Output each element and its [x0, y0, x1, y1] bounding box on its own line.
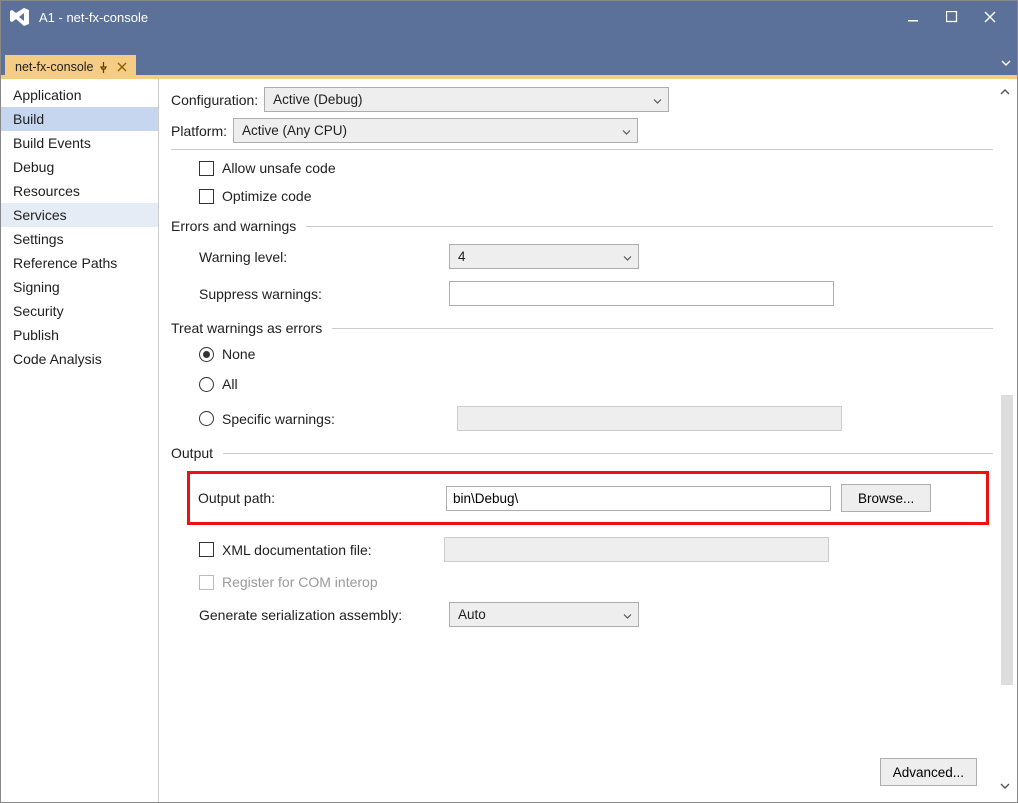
output-path-label: Output path: — [190, 490, 422, 506]
chevron-down-icon — [622, 123, 631, 138]
configuration-dropdown[interactable]: Active (Debug) — [264, 87, 669, 112]
register-com-checkbox — [199, 575, 214, 590]
sidebar-item-application[interactable]: Application — [1, 83, 158, 107]
tab-overflow-icon[interactable] — [1001, 56, 1011, 71]
platform-dropdown[interactable]: Active (Any CPU) — [233, 118, 638, 143]
sidebar-item-code-analysis[interactable]: Code Analysis — [1, 347, 158, 371]
tab-label: net-fx-console — [15, 60, 94, 74]
advanced-button[interactable]: Advanced... — [880, 758, 977, 786]
suppress-warnings-label: Suppress warnings: — [199, 286, 419, 302]
xml-doc-input[interactable] — [444, 537, 829, 562]
register-com-label: Register for COM interop — [222, 574, 378, 590]
allow-unsafe-checkbox[interactable] — [199, 161, 214, 176]
close-button[interactable] — [971, 3, 1009, 31]
treat-all-radio[interactable] — [199, 377, 214, 392]
minimize-button[interactable] — [895, 3, 933, 31]
output-path-input[interactable] — [446, 486, 831, 511]
treat-none-label: None — [222, 346, 255, 362]
titlebar: A1 - net-fx-console — [1, 1, 1017, 33]
sidebar-item-signing[interactable]: Signing — [1, 275, 158, 299]
platform-label: Platform: — [171, 123, 227, 139]
output-path-highlight: Output path: Browse... — [187, 471, 989, 525]
configuration-label: Configuration: — [171, 92, 258, 108]
sidebar-item-security[interactable]: Security — [1, 299, 158, 323]
treat-none-radio[interactable] — [199, 347, 214, 362]
scroll-down-icon[interactable] — [999, 779, 1011, 794]
xml-doc-checkbox[interactable] — [199, 542, 214, 557]
warning-level-dropdown[interactable]: 4 — [449, 244, 639, 269]
sidebar-item-services[interactable]: Services — [1, 203, 158, 227]
chevron-down-icon — [623, 607, 632, 622]
vs-logo-icon — [7, 5, 31, 29]
project-settings-sidebar: Application Build Build Events Debug Res… — [1, 79, 159, 802]
warning-level-label: Warning level: — [199, 249, 419, 265]
treat-specific-input[interactable] — [457, 406, 842, 431]
allow-unsafe-label: Allow unsafe code — [222, 160, 336, 176]
sidebar-item-reference-paths[interactable]: Reference Paths — [1, 251, 158, 275]
window-title: A1 - net-fx-console — [39, 10, 148, 25]
suppress-warnings-input[interactable] — [449, 281, 834, 306]
treat-specific-radio[interactable] — [199, 411, 214, 426]
maximize-button[interactable] — [933, 3, 971, 31]
optimize-code-checkbox[interactable] — [199, 189, 214, 204]
chevron-down-icon — [623, 249, 632, 264]
chevron-down-icon — [653, 92, 662, 107]
errors-section-label: Errors and warnings — [171, 218, 296, 234]
scrollbar[interactable] — [1001, 395, 1013, 685]
xml-doc-label: XML documentation file: — [222, 542, 422, 558]
treat-all-label: All — [222, 376, 238, 392]
sidebar-item-resources[interactable]: Resources — [1, 179, 158, 203]
sidebar-item-build[interactable]: Build — [1, 107, 158, 131]
serialization-dropdown[interactable]: Auto — [449, 602, 639, 627]
optimize-code-label: Optimize code — [222, 188, 311, 204]
sidebar-item-build-events[interactable]: Build Events — [1, 131, 158, 155]
pin-icon[interactable] — [96, 59, 112, 75]
sidebar-item-publish[interactable]: Publish — [1, 323, 158, 347]
document-tabs: net-fx-console — [1, 51, 1017, 79]
scroll-up-icon[interactable] — [999, 85, 1011, 100]
sidebar-item-settings[interactable]: Settings — [1, 227, 158, 251]
treat-warnings-section-label: Treat warnings as errors — [171, 320, 322, 336]
sidebar-item-debug[interactable]: Debug — [1, 155, 158, 179]
output-section-label: Output — [171, 445, 213, 461]
serialization-label: Generate serialization assembly: — [199, 607, 419, 623]
treat-specific-label: Specific warnings: — [222, 411, 427, 427]
browse-button[interactable]: Browse... — [841, 484, 931, 512]
close-tab-icon[interactable] — [114, 59, 130, 75]
